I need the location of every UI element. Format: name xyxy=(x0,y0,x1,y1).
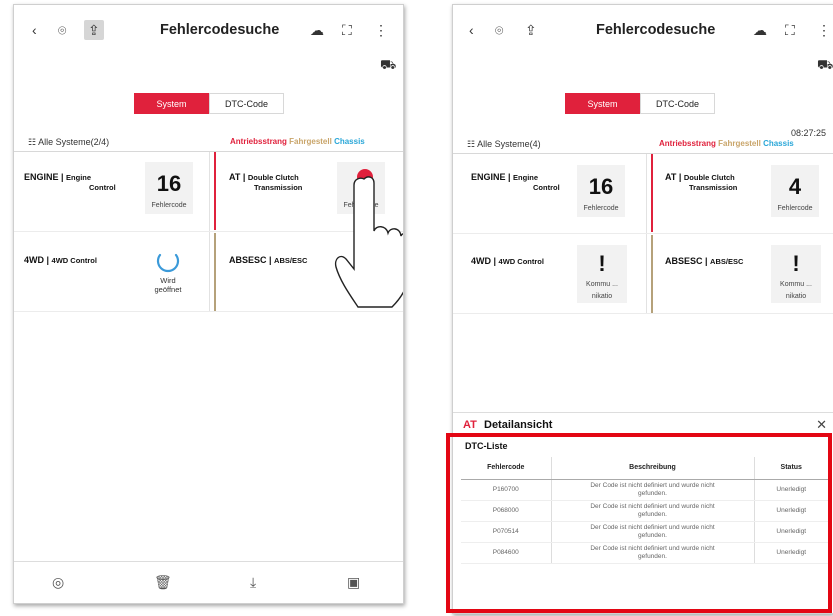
module-4wd-name[interactable]: 4WD | 4WD Control xyxy=(24,255,97,266)
systems-label: ☷ Alle Systeme(4) xyxy=(467,139,541,150)
tab-bar: System DTC-Code xyxy=(134,93,284,114)
engine-dtc-caption: Fehlercode xyxy=(583,205,619,212)
4wd-caption-1: Wird xyxy=(160,276,176,285)
scan-icon[interactable]: ⌾ xyxy=(58,22,66,38)
left-screen: ‹ ⌾ ⇪ Fehlercodesuche ☁ ⛶ ⋮ ⛟ System DTC… xyxy=(13,4,404,604)
absesc-comm-error[interactable]: ! Kommu ... nikatio xyxy=(771,245,821,303)
tab-dtc-code[interactable]: DTC-Code xyxy=(209,93,284,114)
timestamp: 08:27:25 xyxy=(791,128,827,138)
back-icon[interactable]: ‹ xyxy=(469,22,474,38)
warning-icon: ! xyxy=(792,251,800,276)
module-absesc-name[interactable]: ABSESC | ABS/ESC xyxy=(229,255,307,266)
module-engine-name[interactable]: ENGINE | Engine xyxy=(24,172,91,183)
module-engine-sub: Control xyxy=(533,183,560,192)
record-icon[interactable]: ◎ xyxy=(52,574,64,591)
filter-fahrgestell[interactable]: Fahrgestell xyxy=(289,137,332,146)
category-filters: Antriebsstrang Fahrgestell Chassis xyxy=(659,139,794,148)
scan-icon[interactable]: ⌾ xyxy=(495,22,503,38)
detail-title: Detailansicht xyxy=(484,419,553,431)
tab-system[interactable]: System xyxy=(565,93,640,114)
filter-antriebsstrang[interactable]: Antriebsstrang xyxy=(230,137,287,146)
top-bar: ‹ ⌾ ⇪ Fehlercodesuche ☁ ⛶ ⋮ xyxy=(453,5,833,55)
at-count-box[interactable]: 4 Fehlercode xyxy=(771,165,819,217)
page-title: Fehlercodesuche xyxy=(596,22,716,38)
engine-dtc-count: 16 xyxy=(156,171,182,196)
list-icon: ☷ xyxy=(28,137,37,147)
4wd-loading: Wird geöffnet xyxy=(138,248,198,294)
detail-module: AT xyxy=(463,419,477,431)
cloud-icon[interactable]: ☁ xyxy=(753,22,767,38)
module-at-sub: Transmission xyxy=(689,183,738,192)
engine-count-box[interactable]: 16 Fehlercode xyxy=(577,165,625,217)
4wd-caption-2: nikatio xyxy=(591,293,613,300)
engine-dtc-caption: Fehlercode xyxy=(151,202,187,209)
at-dtc-caption: Fehlercode xyxy=(777,205,813,212)
filter-chassis[interactable]: Chassis xyxy=(763,139,794,148)
tab-dtc-code[interactable]: DTC-Code xyxy=(640,93,715,114)
list-icon: ☷ xyxy=(467,139,476,149)
absesc-caption-2: nikatio xyxy=(785,293,807,300)
car-icon[interactable]: ⛟ xyxy=(380,57,396,75)
bottom-nav: ◎ 🗑 ⤓ ▣ xyxy=(14,561,403,603)
download-icon[interactable]: ⤓ xyxy=(250,574,256,591)
systems-label: ☷ Alle Systeme(2/4) xyxy=(28,137,109,148)
4wd-caption-1: Kommu ... xyxy=(586,281,618,288)
engine-count-box[interactable]: 16 Fehlercode xyxy=(145,162,193,214)
module-engine-sub: Control xyxy=(89,183,116,192)
top-bar: ‹ ⌾ ⇪ Fehlercodesuche ☁ ⛶ ⋮ xyxy=(14,5,403,55)
highlight-box xyxy=(446,433,832,613)
absesc-caption-1: Kommu ... xyxy=(780,281,812,288)
video-icon[interactable]: ▣ xyxy=(347,574,360,591)
expand-icon[interactable]: ⛶ xyxy=(785,22,795,38)
filter-fahrgestell[interactable]: Fahrgestell xyxy=(718,139,761,148)
warning-icon: ! xyxy=(598,251,606,276)
4wd-caption-2: geöffnet xyxy=(154,285,182,294)
module-absesc-name[interactable]: ABSESC | ABS/ESC xyxy=(665,256,743,267)
more-dots: ... xyxy=(612,281,618,288)
more-dots: ... xyxy=(806,281,812,288)
systems-count: Alle Systeme(4) xyxy=(477,139,541,149)
tab-system[interactable]: System xyxy=(134,93,209,114)
page-title: Fehlercodesuche xyxy=(160,22,280,38)
filter-chassis[interactable]: Chassis xyxy=(334,137,365,146)
car-icon[interactable]: ⛟ xyxy=(817,57,833,75)
module-4wd-name[interactable]: 4WD | 4WD Control xyxy=(471,256,544,267)
module-at-name[interactable]: AT | Double Clutch xyxy=(665,172,735,183)
back-icon[interactable]: ‹ xyxy=(32,22,37,38)
engine-dtc-count: 16 xyxy=(588,174,614,199)
module-engine-name[interactable]: ENGINE | Engine xyxy=(471,172,538,183)
trash-icon[interactable]: 🗑 xyxy=(154,574,172,591)
cloud-icon[interactable]: ☁ xyxy=(310,22,324,38)
4wd-comm-error[interactable]: ! Kommu ... nikatio xyxy=(577,245,627,303)
at-dtc-count: 4 xyxy=(788,174,802,199)
module-at-sub: Transmission xyxy=(254,183,303,192)
spinner-icon xyxy=(156,253,180,273)
hand-pointer-icon xyxy=(334,176,403,308)
category-filters: Antriebsstrang Fahrgestell Chassis xyxy=(230,137,365,146)
export-icon[interactable]: ⇪ xyxy=(84,20,104,40)
tab-bar: System DTC-Code xyxy=(565,93,715,114)
export-icon[interactable]: ⇪ xyxy=(525,22,537,38)
filter-antriebsstrang[interactable]: Antriebsstrang xyxy=(659,139,716,148)
systems-count: Alle Systeme(2/4) xyxy=(38,137,110,147)
more-icon[interactable]: ⋮ xyxy=(374,22,388,38)
more-icon[interactable]: ⋮ xyxy=(817,22,831,38)
expand-icon[interactable]: ⛶ xyxy=(342,22,352,38)
module-at-name[interactable]: AT | Double Clutch xyxy=(229,172,299,183)
close-icon[interactable]: ✕ xyxy=(816,417,827,433)
